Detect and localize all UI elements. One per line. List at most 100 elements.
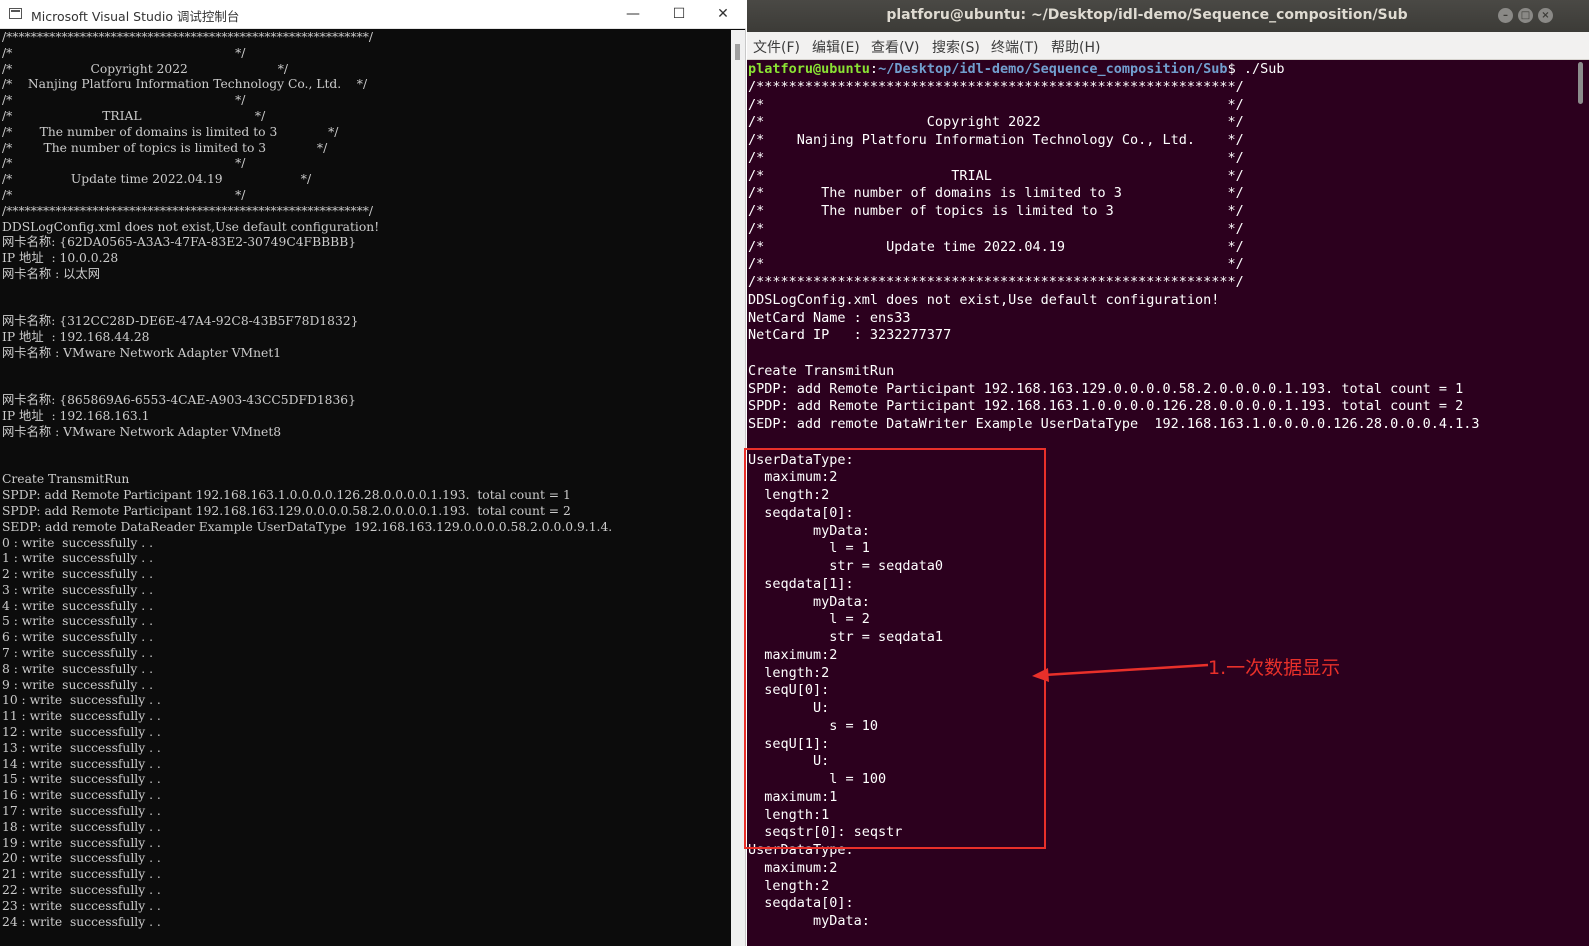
console-line: 19 : write successfully . . [2,835,161,850]
console-line: 1 : write successfully . . [2,551,153,566]
terminal-titlebar[interactable]: platforu@ubuntu: ~/Desktop/idl-demo/Sequ… [747,0,1589,32]
console-line: DDSLogConfig.xml does not exist,Use defa… [748,291,1220,308]
console-line: maximum:2 [748,469,838,486]
console-line: 2 : write successfully . . [2,567,153,582]
console-line: seqdata[0]: [748,504,854,521]
console-line: /* */ [748,220,1244,237]
window-title: Microsoft Visual Studio 调试控制台 [31,9,240,24]
console-line: l = 100 [748,771,887,787]
vs-debug-console-window: Microsoft Visual Studio 调试控制台 — ☐ ✕ /***… [0,0,746,946]
scrollbar-thumb[interactable] [735,44,740,60]
console-line: 网卡名称 : VMware Network Adapter VMnet1 [2,345,282,360]
console-line: maximum:1 [748,788,838,805]
console-line: 5 : write successfully . . [2,614,153,629]
console-line: 21 : write successfully . . [2,867,161,882]
close-button[interactable]: × [1538,8,1553,23]
console-line: seqdata[0]: [748,895,854,912]
minimize-button[interactable]: — [610,0,656,29]
console-line: /***************************************… [748,274,1244,290]
console-line: /* Nanjing Platforu Information Technolo… [748,132,1244,148]
console-line: SPDP: add Remote Participant 192.168.163… [2,488,571,503]
console-line: UserDataType: [748,451,854,468]
menu-search[interactable]: 搜索(S) [932,37,980,57]
console-line: NetCard IP : 3232277377 [748,327,952,344]
console-line: 13 : write successfully . . [2,740,161,755]
console-line: 17 : write successfully . . [2,804,161,819]
console-line: SPDP: add Remote Participant 192.168.163… [748,380,1464,397]
console-line: length:2 [748,487,830,503]
console-line: 11 : write successfully . . [2,709,161,724]
console-line: /* Nanjing Platforu Information Technolo… [2,77,368,92]
console-line: 10 : write successfully . . [2,693,161,708]
console-line: /* */ [2,156,246,171]
console-line: myData: [748,522,870,539]
console-line: 3 : write successfully . . [2,582,153,597]
annotation-arrow [1032,663,1209,682]
console-line: 14 : write successfully . . [2,756,161,771]
console-line: myData: [748,913,870,929]
console-line: 12 : write successfully . . [2,725,161,740]
console-line: /***************************************… [2,30,374,44]
console-line: length:2 [748,877,830,894]
ubuntu-terminal-window: platforu@ubuntu: ~/Desktop/idl-demo/Sequ… [747,0,1589,946]
console-line: /* Update time 2022.04.19 */ [748,238,1244,255]
console-line: Create TransmitRun [748,362,895,379]
console-line: 23 : write successfully . . [2,898,161,913]
minimize-button[interactable]: – [1498,8,1513,23]
console-line: IP 地址 : 10.0.0.28 [2,251,119,266]
console-line: /* */ [2,187,246,202]
console-line: UserDataType: [748,842,854,858]
console-line: U: [748,700,830,716]
prompt-command: ./Sub [1243,61,1285,77]
menu-view[interactable]: 查看(V) [871,37,920,57]
menu-edit[interactable]: 编辑(E) [812,37,860,57]
console-line: s = 10 [748,717,879,734]
console-line: SPDP: add Remote Participant 192.168.163… [748,398,1464,415]
console-line: 网卡名称: {62DA0565-A3A3-47FA-83E2-30749C4FB… [2,235,357,250]
terminal-menubar: 文件(F) 编辑(E) 查看(V) 搜索(S) 终端(T) 帮助(H) [747,32,1589,60]
console-line: SEDP: add remote DataReader Example User… [2,519,613,534]
console-output[interactable]: /***************************************… [0,30,731,946]
terminal-output[interactable]: platforu@ubuntu:~/Desktop/idl-demo/Seque… [747,60,1573,946]
console-line: 网卡名称 : VMware Network Adapter VMnet8 [2,424,282,439]
console-line: /* The number of topics is limited to 3 … [748,203,1244,219]
vertical-scrollbar[interactable] [731,30,745,946]
console-line: seqU[1]: [748,735,830,752]
prompt-separator: : [869,61,879,77]
maximize-button[interactable]: ☐ [656,0,702,29]
vertical-scrollbar[interactable] [1573,60,1589,946]
prompt-symbol: $ [1227,61,1244,77]
console-line: /***************************************… [2,203,374,218]
console-line: seqdata[1]: [748,575,854,592]
console-line: /* Copyright 2022 */ [2,61,289,76]
window-titlebar[interactable]: Microsoft Visual Studio 调试控制台 — ☐ ✕ [0,0,746,29]
console-line: l = 2 [748,611,870,628]
console-line: SPDP: add Remote Participant 192.168.163… [2,503,571,518]
console-line: myData: [748,593,870,610]
console-line: /* */ [2,93,246,108]
console-line: Create TransmitRun [2,472,130,487]
console-line: 22 : write successfully . . [2,883,161,898]
close-button[interactable]: ✕ [700,0,746,29]
console-line: /* Update time 2022.04.19 */ [2,172,312,187]
console-line: IP 地址 : 192.168.44.28 [2,330,150,345]
prompt-user-host: platforu@ubuntu [748,61,870,77]
menu-terminal[interactable]: 终端(T) [991,37,1038,57]
menu-file[interactable]: 文件(F) [753,37,800,57]
maximize-button[interactable]: □ [1518,8,1533,23]
console-line: NetCard Name : ens33 [748,309,911,326]
console-app-icon [9,8,22,19]
console-line: IP 地址 : 192.168.163.1 [2,409,150,424]
console-line: 网卡名称 : 以太网 [2,266,101,281]
console-line: 0 : write successfully . . [2,535,153,550]
scrollbar-thumb[interactable] [1578,62,1583,104]
console-line: DDSLogConfig.xml does not exist,Use defa… [2,219,380,234]
menu-help[interactable]: 帮助(H) [1051,37,1100,57]
console-line: 9 : write successfully . . [2,677,153,692]
